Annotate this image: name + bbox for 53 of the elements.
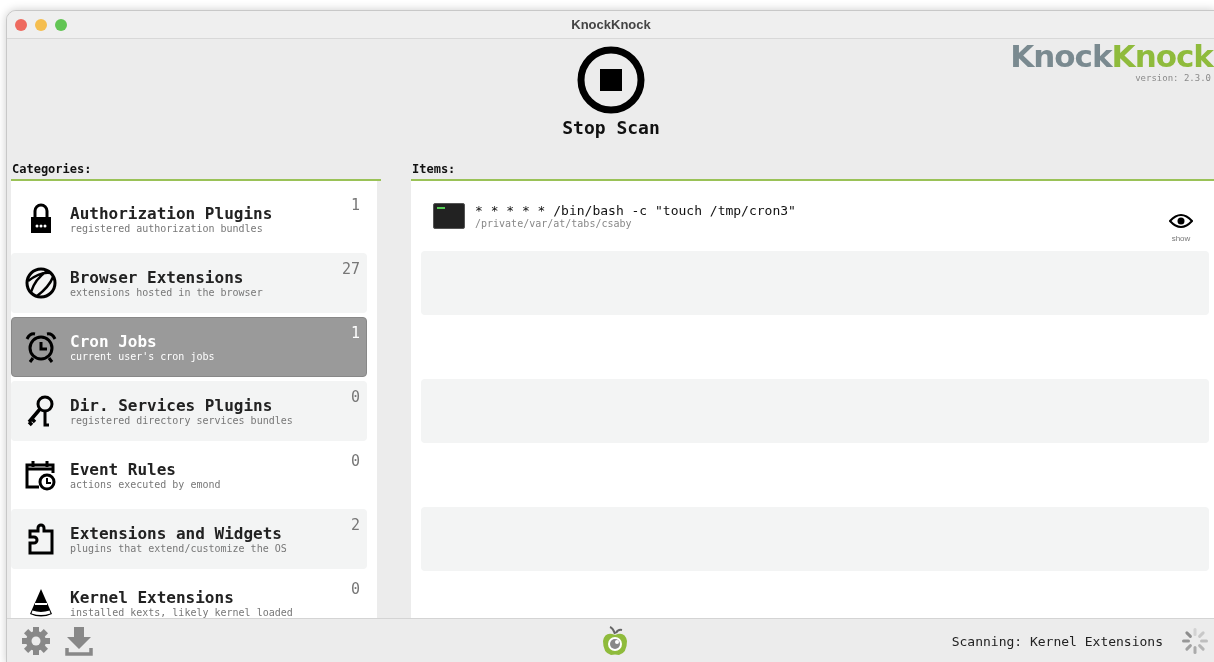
- category-item[interactable]: Kernel Extensions installed kexts, likely kernel loaded 0: [11, 573, 367, 618]
- padlock-icon: [30, 203, 52, 235]
- stop-scan-button[interactable]: Stop Scan: [562, 39, 660, 138]
- item-count: 0: [350, 580, 360, 598]
- category-description: installed kexts, likely kernel loaded: [70, 607, 293, 618]
- category-description: actions executed by emond: [70, 479, 221, 490]
- minimize-button[interactable]: [35, 18, 47, 31]
- category-item[interactable]: Authorization Plugins registered authorization bundles 1: [11, 189, 367, 249]
- category-item[interactable]: Extensions and Widgets plugins that extend/customize the OS 2: [11, 509, 367, 569]
- download-icon[interactable]: [65, 626, 93, 656]
- window-title: KnockKnock: [570, 17, 652, 32]
- categories-heading: Categories:: [11, 161, 93, 177]
- spinner-icon: [1181, 627, 1209, 655]
- puzzle-piece-icon: [28, 523, 54, 555]
- category-description: plugins that extend/customize the OS: [70, 543, 287, 554]
- app-logo: KnockKnock: [1010, 39, 1213, 74]
- category-name: Cron Jobs: [70, 332, 158, 351]
- zoom-button[interactable]: [55, 18, 67, 31]
- category-item[interactable]: Dir. Services Plugins registered directory services bundles 0: [11, 381, 367, 441]
- category-name: Kernel Extensions: [70, 588, 235, 607]
- category-description: registered directory services bundles: [70, 415, 293, 426]
- terminal-icon: [433, 203, 465, 229]
- category-item[interactable]: Event Rules actions executed by emond 0: [11, 445, 367, 505]
- category-name: Extensions and Widgets: [70, 524, 283, 543]
- item-count: 0: [350, 388, 360, 406]
- calendar-clock-icon: [25, 459, 57, 491]
- item-count: 0: [350, 452, 360, 470]
- item-count: 1: [350, 324, 360, 342]
- category-name: Event Rules: [70, 460, 177, 479]
- item-count: 2: [350, 516, 360, 534]
- category-item[interactable]: Browser Extensions extensions hosted in the browser 27: [11, 253, 367, 313]
- apple-eye-icon: [601, 625, 629, 657]
- item-count: 1: [350, 196, 360, 214]
- category-description: current user's cron jobs: [70, 351, 215, 362]
- status-text: Scanning: Kernel Extensions: [951, 633, 1163, 649]
- item-row[interactable]: * * * * * /bin/bash -c "touch /tmp/cron3" /private/var/at/tabs/csaby show: [421, 193, 1209, 251]
- item-command: * * * * * /bin/bash -c "touch /tmp/cron3": [475, 203, 796, 218]
- eye-icon: [1169, 213, 1193, 229]
- show-button[interactable]: show: [1169, 213, 1193, 243]
- version-label: version: 2.3.0: [1135, 73, 1212, 84]
- item-path: /private/var/at/tabs/csaby: [475, 218, 633, 229]
- item-count: 27: [341, 260, 360, 278]
- category-description: extensions hosted in the browser: [70, 287, 263, 298]
- settings-icon[interactable]: [21, 626, 51, 656]
- category-name: Browser Extensions: [70, 268, 245, 287]
- items-heading: Items:: [411, 161, 457, 177]
- category-description: registered authorization bundles: [70, 223, 264, 234]
- close-button[interactable]: [15, 18, 27, 31]
- category-name: Dir. Services Plugins: [70, 396, 274, 415]
- category-name: Authorization Plugins: [70, 204, 273, 223]
- globe-icon: [25, 267, 57, 299]
- alarm-clock-icon: [25, 331, 57, 363]
- stop-icon: [576, 45, 646, 115]
